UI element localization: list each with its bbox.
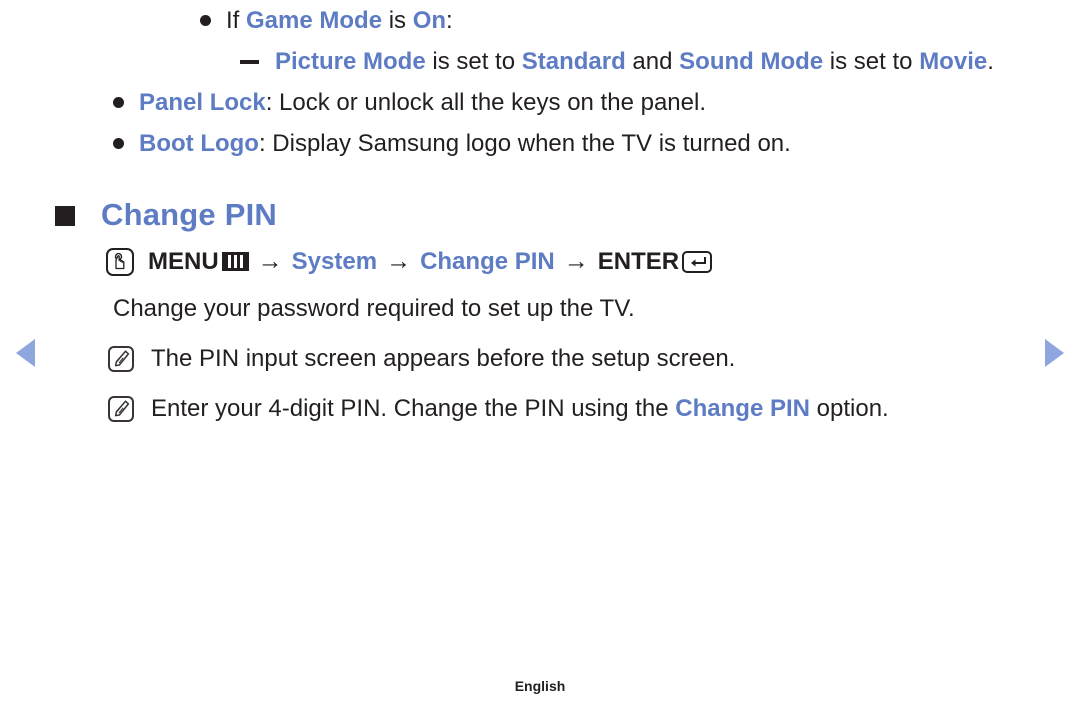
bullet-dash-icon [240, 60, 259, 64]
text-rest: : Lock or unlock all the keys on the pan… [265, 89, 706, 116]
enter-label: ENTER [597, 247, 680, 275]
page-title: Change PIN [101, 197, 277, 232]
term-on: On [412, 7, 447, 34]
note-text: Enter your 4-digit PIN. Change the PIN u… [151, 389, 889, 429]
menu-item-system: System [291, 247, 378, 275]
note-text-main: Enter your 4-digit PIN. Change the PIN u… [151, 395, 676, 422]
term-sound-mode: Sound Mode [679, 48, 824, 75]
path-arrow-3: → [563, 247, 589, 275]
note-text-after: option. [809, 395, 889, 422]
section-description: Change your password required to set up … [113, 295, 635, 322]
text-mid-1: is set to [425, 48, 522, 75]
term-movie: Movie [919, 48, 988, 75]
note-pencil-icon [108, 396, 134, 422]
note-item: Enter your 4-digit PIN. Change the PIN u… [108, 389, 1080, 429]
term-game-mode: Game Mode [246, 7, 383, 34]
bullet-dot-icon [113, 138, 124, 149]
section-heading: Change PIN [55, 194, 1080, 236]
list-item-label: Boot Logo: Display Samsung logo when the… [139, 123, 1080, 164]
text-mid-2: and [625, 48, 680, 75]
enter-key-icon [682, 250, 713, 273]
term-picture-mode: Picture Mode [275, 48, 426, 75]
term-standard: Standard [521, 48, 626, 75]
menu-bars-icon [221, 252, 249, 271]
path-arrow-1: → [257, 247, 283, 275]
list-item-label: Panel Lock: Lock or unlock all the keys … [139, 82, 1080, 123]
list-item-panel-lock: Panel Lock: Lock or unlock all the keys … [113, 82, 1080, 123]
square-bullet-icon [55, 206, 75, 226]
bullet-dot-icon [200, 15, 211, 26]
term-boot-logo: Boot Logo [139, 130, 259, 157]
text-mid: is [382, 7, 413, 34]
term-panel-lock: Panel Lock [139, 89, 266, 116]
menu-path: MENU → System → Change PIN → ENTER [106, 247, 1080, 276]
page-footer-language: English [514, 678, 566, 694]
note-item: The PIN input screen appears before the … [108, 339, 1080, 379]
list-item-label: If Game Mode is On: [226, 0, 1080, 41]
text-tail: : [446, 7, 453, 34]
term-change-pin: Change PIN [675, 395, 810, 422]
list-item-label: Picture Mode is set to Standard and Soun… [275, 41, 1030, 82]
text-lead: If [226, 7, 247, 34]
text-rest: : Display Samsung logo when the TV is tu… [258, 130, 791, 157]
hand-press-icon [106, 247, 134, 276]
page-content: If Game Mode is On: Picture Mode is set … [0, 0, 1080, 429]
menu-item-change-pin: Change PIN [420, 247, 555, 275]
menu-label: MENU [148, 247, 219, 275]
path-arrow-2: → [386, 247, 412, 275]
bullet-dot-icon [113, 97, 124, 108]
text-tail: . [987, 48, 994, 75]
list-item-game-mode: If Game Mode is On: [200, 0, 1080, 41]
note-pencil-icon [108, 346, 134, 372]
note-text-main: The PIN input screen appears before the … [151, 345, 736, 372]
text-mid-3: is set to [823, 48, 920, 75]
note-text: The PIN input screen appears before the … [151, 339, 735, 379]
list-item-boot-logo: Boot Logo: Display Samsung logo when the… [113, 123, 1080, 164]
list-item-picture-mode: Picture Mode is set to Standard and Soun… [240, 41, 1030, 82]
manual-page: If Game Mode is On: Picture Mode is set … [0, 0, 1080, 705]
